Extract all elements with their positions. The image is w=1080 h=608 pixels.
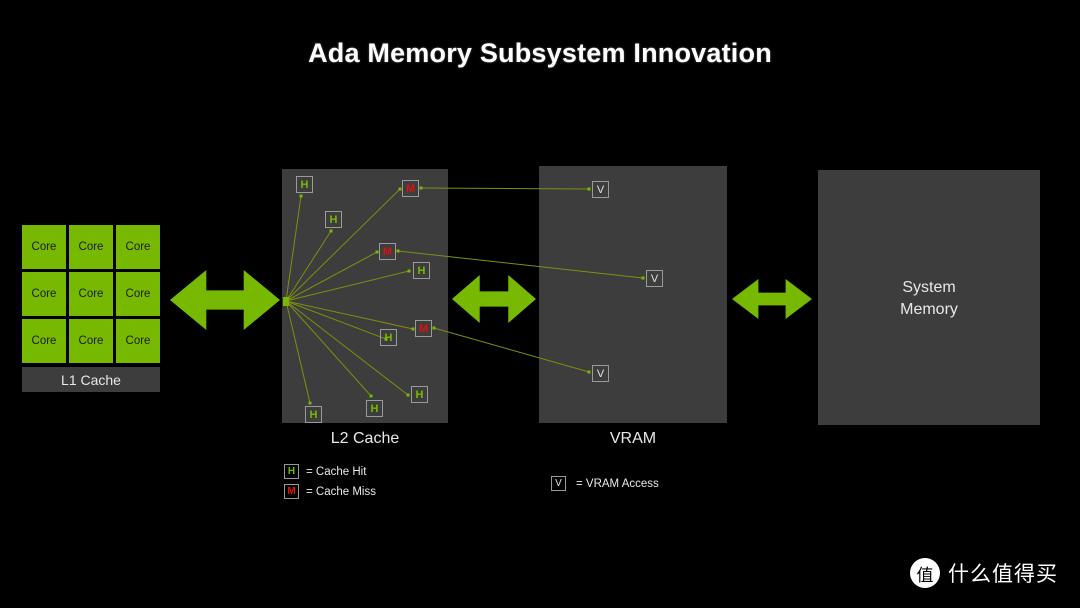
- sm-core-array: Core Core Core Core Core Core Core Core …: [22, 225, 160, 363]
- legend-vram-access-label: = VRAM Access: [576, 477, 659, 490]
- system-memory-label: System Memory: [818, 277, 1040, 321]
- core-cell: Core: [22, 225, 66, 269]
- vram-to-sysmem-arrow: [732, 279, 812, 319]
- core-cell: Core: [116, 319, 160, 363]
- marker-h-m7: H: [380, 329, 397, 346]
- marker-h-m10: H: [305, 406, 322, 423]
- legend-vram-access: V = VRAM Access: [551, 476, 659, 491]
- cache-hit-icon: H: [284, 464, 299, 479]
- legend-cache-hit-label: = Cache Hit: [306, 465, 367, 478]
- core-cell: Core: [22, 319, 66, 363]
- vram-label: VRAM: [609, 430, 657, 447]
- page-title: Ada Memory Subsystem Innovation: [308, 38, 772, 68]
- marker-m-m6: M: [415, 320, 432, 337]
- watermark-logo-icon: 值: [910, 558, 940, 588]
- l2-cache-label: L2 Cache: [330, 430, 400, 447]
- core-cell: Core: [116, 272, 160, 316]
- vram-access-icon: V: [551, 476, 566, 491]
- marker-h-m2: H: [325, 211, 342, 228]
- legend-cache-hit: H = Cache Hit: [284, 464, 366, 479]
- marker-h-m9: H: [366, 400, 383, 417]
- marker-h-m1: H: [296, 176, 313, 193]
- sm-to-l2-arrow: [170, 270, 280, 330]
- core-cell: Core: [22, 272, 66, 316]
- watermark-text: 什么值得买: [948, 563, 1058, 586]
- legend-cache-miss-label: = Cache Miss: [306, 485, 376, 498]
- l1-cache-block: L1 Cache: [22, 367, 160, 392]
- l2-cache-panel: [282, 169, 448, 423]
- marker-h-m8: H: [411, 386, 428, 403]
- marker-m-m3: M: [402, 180, 419, 197]
- watermark: 值 什么值得买: [910, 558, 1058, 588]
- slide-canvas: Ada Memory Subsystem Innovation Core Cor…: [0, 0, 1080, 608]
- marker-h-m5: H: [413, 262, 430, 279]
- system-memory-label-line2: Memory: [900, 301, 958, 318]
- marker-v-v1: V: [592, 181, 609, 198]
- core-cell: Core: [69, 272, 113, 316]
- cache-miss-icon: M: [284, 484, 299, 499]
- l2-to-vram-arrow: [452, 275, 536, 323]
- vram-panel: [539, 166, 727, 423]
- marker-v-v2: V: [646, 270, 663, 287]
- system-memory-label-line1: System: [902, 279, 956, 296]
- core-cell: Core: [69, 225, 113, 269]
- marker-m-m4: M: [379, 243, 396, 260]
- core-cell: Core: [116, 225, 160, 269]
- legend-cache-miss: M = Cache Miss: [284, 484, 376, 499]
- marker-v-v3: V: [592, 365, 609, 382]
- core-cell: Core: [69, 319, 113, 363]
